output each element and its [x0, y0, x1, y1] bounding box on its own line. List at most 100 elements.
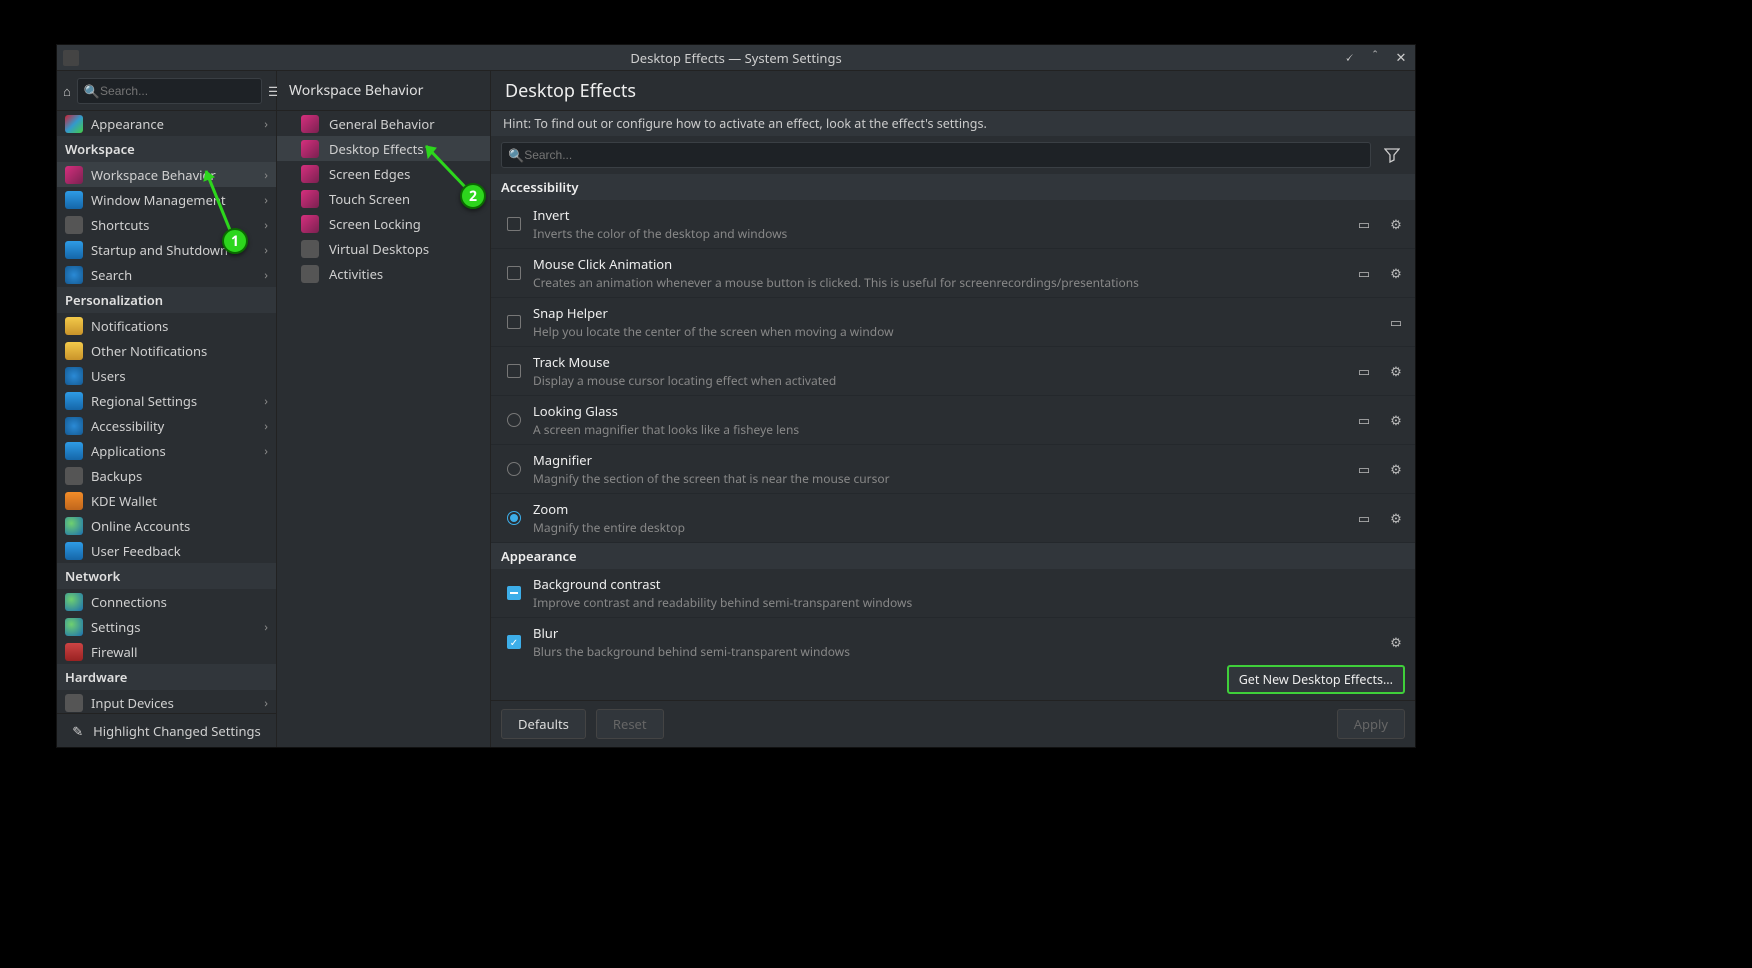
firewall-icon — [65, 643, 83, 661]
group-network: Network — [57, 563, 276, 589]
primary-sidebar: ⌂ 🔍 ☰ Appearance › Workspace Workspace B… — [57, 71, 277, 747]
checkbox-mouse-click[interactable] — [507, 266, 521, 280]
video-icon[interactable]: ▭ — [1355, 411, 1373, 429]
touch-icon — [301, 190, 319, 208]
accessibility-icon — [65, 417, 83, 435]
globe-icon — [65, 517, 83, 535]
home-button[interactable]: ⌂ — [63, 79, 71, 103]
sidebar-item-users[interactable]: Users — [57, 363, 276, 388]
sub-item-activities[interactable]: Activities — [277, 261, 490, 286]
settings-icon[interactable]: ⚙ — [1387, 362, 1405, 380]
sub-item-screen-edges[interactable]: Screen Edges — [277, 161, 490, 186]
lock-icon — [301, 215, 319, 233]
search-icon: 🔍 — [84, 82, 100, 100]
sidebar-item-search[interactable]: Search › — [57, 262, 276, 287]
video-icon[interactable]: ▭ — [1387, 313, 1405, 331]
sidebar-item-regional[interactable]: Regional Settings › — [57, 388, 276, 413]
sidebar-item-notifications[interactable]: Notifications — [57, 313, 276, 338]
filter-button[interactable] — [1379, 142, 1405, 168]
settings-icon[interactable]: ⚙ — [1387, 460, 1405, 478]
checkbox-snap-helper[interactable] — [507, 315, 521, 329]
sidebar-item-kde-wallet[interactable]: KDE Wallet — [57, 488, 276, 513]
sidebar-item-online-accounts[interactable]: Online Accounts — [57, 513, 276, 538]
effects-search[interactable]: 🔍 — [501, 142, 1371, 168]
effect-bg-contrast: Background contrast Improve contrast and… — [491, 569, 1415, 618]
sub-item-screen-locking[interactable]: Screen Locking — [277, 211, 490, 236]
defaults-button[interactable]: Defaults — [501, 709, 586, 739]
mouse-icon — [65, 694, 83, 712]
settings-window: Desktop Effects — System Settings 🗸 ＾ ✕ … — [56, 44, 1416, 748]
chevron-right-icon: › — [264, 166, 268, 183]
checkbox-track-mouse[interactable] — [507, 364, 521, 378]
effect-magnifier: Magnifier Magnify the section of the scr… — [491, 445, 1415, 494]
video-icon[interactable]: ▭ — [1355, 264, 1373, 282]
edges-icon — [301, 165, 319, 183]
checkbox-bg-contrast[interactable] — [507, 586, 521, 600]
sidebar-item-appearance[interactable]: Appearance › — [57, 111, 276, 136]
backup-icon — [65, 467, 83, 485]
gear-icon — [65, 618, 83, 636]
reset-button[interactable]: Reset — [596, 709, 664, 739]
sidebar-item-firewall[interactable]: Firewall — [57, 639, 276, 664]
minimize-icon[interactable]: 🗸 — [1341, 48, 1357, 67]
sub-item-desktop-effects[interactable]: Desktop Effects — [277, 136, 490, 161]
checkbox-blur[interactable]: ✓ — [507, 635, 521, 649]
video-icon[interactable]: ▭ — [1355, 362, 1373, 380]
sidebar-item-workspace-behavior[interactable]: Workspace Behavior › — [57, 162, 276, 187]
video-icon[interactable]: ▭ — [1355, 509, 1373, 527]
maximize-icon[interactable]: ＾ — [1367, 48, 1383, 67]
subsidebar-title: Workspace Behavior — [277, 71, 490, 111]
sidebar-item-network-settings[interactable]: Settings › — [57, 614, 276, 639]
sidebar-item-connections[interactable]: Connections — [57, 589, 276, 614]
settings-icon[interactable]: ⚙ — [1387, 509, 1405, 527]
effects-icon — [301, 140, 319, 158]
activities-icon — [301, 265, 319, 283]
apply-button[interactable]: Apply — [1337, 709, 1405, 739]
flag-icon — [65, 392, 83, 410]
highlight-changed-button[interactable]: ✎ Highlight Changed Settings — [57, 713, 276, 747]
connections-icon — [65, 593, 83, 611]
sub-item-virtual-desktops[interactable]: Virtual Desktops — [277, 236, 490, 261]
radio-magnifier[interactable] — [507, 462, 521, 476]
sidebar-item-user-feedback[interactable]: User Feedback — [57, 538, 276, 563]
group-workspace: Workspace — [57, 136, 276, 162]
annotation-badge-1: 1 — [222, 228, 248, 254]
appearance-icon — [65, 115, 83, 133]
settings-icon[interactable]: ⚙ — [1387, 411, 1405, 429]
main-panel: Desktop Effects Hint: To find out or con… — [491, 71, 1415, 747]
feedback-icon — [65, 542, 83, 560]
settings-icon[interactable]: ⚙ — [1387, 215, 1405, 233]
power-icon — [65, 241, 83, 259]
sub-item-general[interactable]: General Behavior — [277, 111, 490, 136]
group-personalization: Personalization — [57, 287, 276, 313]
effect-track-mouse: Track Mouse Display a mouse cursor locat… — [491, 347, 1415, 396]
group-accessibility: Accessibility — [491, 174, 1415, 200]
settings-icon[interactable]: ⚙ — [1387, 264, 1405, 282]
user-icon — [65, 367, 83, 385]
gear-icon — [301, 115, 319, 133]
video-icon[interactable]: ▭ — [1355, 460, 1373, 478]
sidebar-item-applications[interactable]: Applications › — [57, 438, 276, 463]
sidebar-search-input[interactable] — [100, 84, 255, 98]
close-icon[interactable]: ✕ — [1393, 48, 1409, 67]
video-icon[interactable]: ▭ — [1355, 215, 1373, 233]
get-new-effects-button[interactable]: Get New Desktop Effects... — [1227, 665, 1405, 694]
window-icon — [65, 191, 83, 209]
sidebar-item-window-management[interactable]: Window Management › — [57, 187, 276, 212]
annotation-badge-2: 2 — [460, 183, 486, 209]
chevron-right-icon: › — [264, 694, 268, 711]
checkbox-invert[interactable] — [507, 217, 521, 231]
effects-search-input[interactable] — [524, 148, 1364, 162]
keyboard-icon — [65, 216, 83, 234]
settings-icon[interactable]: ⚙ — [1387, 633, 1405, 651]
sidebar-item-backups[interactable]: Backups — [57, 463, 276, 488]
sidebar-item-input-devices[interactable]: Input Devices › — [57, 690, 276, 713]
sub-item-touch-screen[interactable]: Touch Screen — [277, 186, 490, 211]
radio-looking-glass[interactable] — [507, 413, 521, 427]
sidebar-search[interactable]: 🔍 — [77, 78, 262, 104]
radio-zoom[interactable] — [507, 511, 521, 525]
sidebar-item-other-notifications[interactable]: Other Notifications — [57, 338, 276, 363]
app-icon — [63, 50, 79, 66]
sidebar-item-accessibility[interactable]: Accessibility › — [57, 413, 276, 438]
virtualdesk-icon — [301, 240, 319, 258]
